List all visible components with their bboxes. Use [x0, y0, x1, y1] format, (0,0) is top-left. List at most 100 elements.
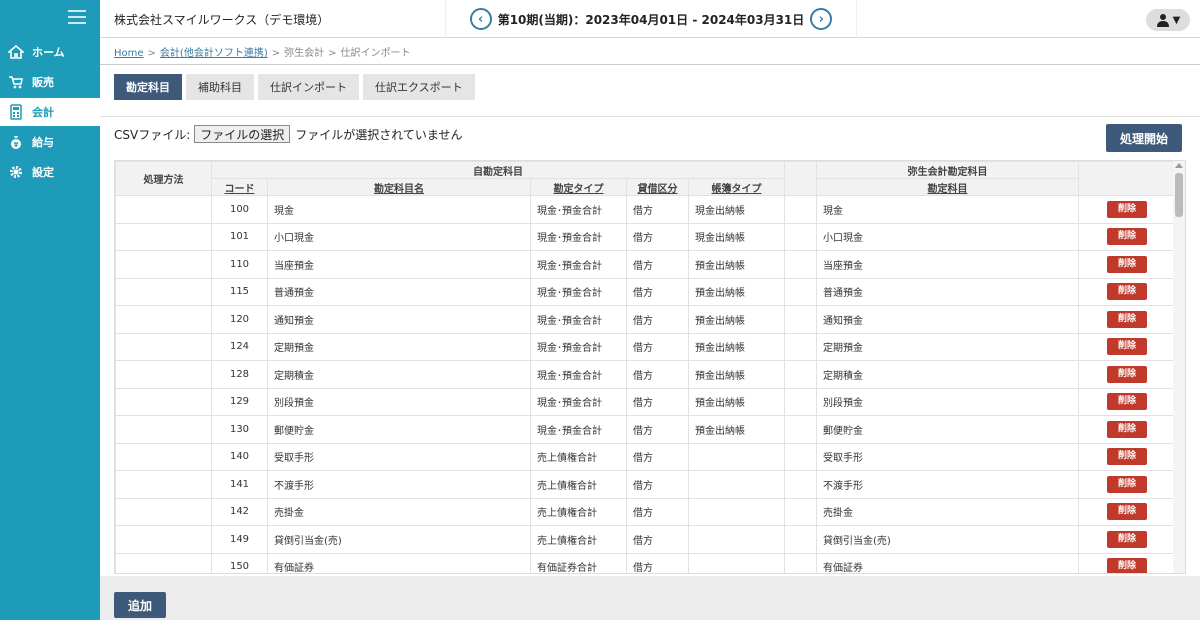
code-cell: 100	[211, 195, 268, 224]
breadcrumb-current: 仕訳インポート	[340, 48, 411, 59]
table-scrollbar[interactable]	[1173, 161, 1185, 573]
sidebar-item-accounting[interactable]: 会計	[0, 98, 100, 126]
action-cell: 削除	[1078, 250, 1177, 279]
method-cell	[115, 442, 212, 471]
code-cell: 130	[211, 415, 268, 444]
header-book-type[interactable]: 帳簿タイプ	[687, 178, 786, 196]
action-cell: 削除	[1078, 222, 1177, 251]
process-start-button[interactable]: 処理開始	[1106, 124, 1182, 152]
book-type-cell	[687, 497, 786, 526]
division-cell: 借方	[626, 415, 689, 444]
header-yayoi-account[interactable]: 勘定科目	[816, 178, 1080, 196]
sidebar-item-sales[interactable]: 販売	[0, 68, 100, 96]
delete-button[interactable]: 削除	[1107, 228, 1148, 246]
home-icon	[8, 44, 24, 60]
hamburger-menu-icon[interactable]	[68, 10, 86, 24]
scroll-up-icon[interactable]	[1175, 163, 1183, 168]
method-cell	[115, 305, 212, 334]
delete-button[interactable]: 削除	[1107, 558, 1148, 573]
type-cell: 売上債権合計	[530, 470, 627, 499]
name-cell: 貸倒引当金(売)	[267, 525, 531, 554]
breadcrumb-divider	[100, 64, 1200, 65]
yayoi-account-cell: 当座預金	[816, 250, 1080, 279]
action-cell: 削除	[1078, 332, 1177, 361]
scrollbar-thumb[interactable]	[1175, 173, 1183, 217]
delete-button[interactable]: 削除	[1107, 365, 1148, 383]
tab-sub-accounts[interactable]: 補助科目	[186, 74, 254, 100]
delete-button[interactable]: 削除	[1107, 475, 1148, 493]
prev-period-button[interactable]: ‹	[469, 8, 492, 30]
name-cell: 通知預金	[267, 305, 531, 334]
table-row: 115 普通預金 現金･預金合計 借方 預金出納帳 普通預金 削除	[115, 277, 1177, 306]
method-cell	[115, 497, 212, 526]
sidebar-item-payroll[interactable]: ¥ 給与	[0, 128, 100, 156]
table-row: 129 別段預金 現金･預金合計 借方 預金出納帳 別段預金 削除	[115, 387, 1177, 416]
division-cell: 借方	[626, 360, 689, 389]
header-code[interactable]: コード	[211, 178, 268, 196]
delete-button[interactable]: 削除	[1107, 310, 1148, 328]
code-cell: 120	[211, 305, 268, 334]
name-cell: 売掛金	[267, 497, 531, 526]
type-cell: 現金･預金合計	[530, 195, 627, 224]
spacer-cell	[784, 222, 818, 251]
file-select-button[interactable]: ファイルの選択	[194, 125, 291, 143]
csv-label: CSVファイル:	[114, 127, 191, 142]
code-cell: 142	[211, 497, 268, 526]
sidebar-item-home[interactable]: ホーム	[0, 38, 100, 66]
delete-button[interactable]: 削除	[1107, 283, 1148, 301]
header-own-account: 自勘定科目	[210, 161, 786, 179]
action-cell: 削除	[1078, 387, 1177, 416]
sidebar-item-settings[interactable]: 設定	[0, 158, 100, 186]
type-cell: 売上債権合計	[530, 497, 627, 526]
action-cell: 削除	[1078, 415, 1177, 444]
division-cell: 借方	[626, 525, 689, 554]
delete-button[interactable]: 削除	[1107, 393, 1148, 411]
header-type[interactable]: 勘定タイプ	[530, 178, 627, 196]
book-type-cell: 預金出納帳	[687, 332, 786, 361]
sidebar: ホーム 販売 会計 ¥ 給与 設定	[0, 0, 100, 620]
delete-button[interactable]: 削除	[1107, 448, 1148, 466]
delete-button[interactable]: 削除	[1107, 338, 1148, 356]
table-row: 150 有価証券 有価証券合計 借方 有価証券 削除	[115, 552, 1177, 573]
delete-button[interactable]: 削除	[1107, 530, 1148, 548]
type-cell: 現金･預金合計	[530, 332, 627, 361]
header-name[interactable]: 勘定科目名	[267, 178, 531, 196]
delete-button[interactable]: 削除	[1107, 255, 1148, 273]
header-division[interactable]: 貸借区分	[626, 178, 689, 196]
breadcrumb-accounting-link[interactable]: 会計(他会計ソフト連携)	[160, 48, 268, 59]
book-type-cell: 預金出納帳	[687, 277, 786, 306]
sidebar-item-label: ホーム	[32, 46, 65, 59]
name-cell: 有価証券	[267, 552, 531, 573]
type-cell: 現金･預金合計	[530, 415, 627, 444]
spacer-cell	[784, 250, 818, 279]
breadcrumb-home-link[interactable]: Home	[114, 48, 144, 59]
name-cell: 現金	[267, 195, 531, 224]
method-cell	[115, 277, 212, 306]
division-cell: 借方	[626, 442, 689, 471]
code-cell: 124	[211, 332, 268, 361]
spacer-cell	[784, 332, 818, 361]
add-button[interactable]: 追加	[114, 592, 166, 618]
table-row: 149 貸倒引当金(売) 売上債権合計 借方 貸倒引当金(売) 削除	[115, 525, 1177, 554]
tab-journal-import[interactable]: 仕訳インポート	[258, 74, 359, 100]
table-row: 110 当座預金 現金･預金合計 借方 預金出納帳 当座預金 削除	[115, 250, 1177, 279]
division-cell: 借方	[626, 552, 689, 573]
user-menu-button[interactable]: ▼	[1146, 9, 1190, 31]
sidebar-item-label: 給与	[32, 136, 54, 149]
method-cell	[115, 387, 212, 416]
delete-button[interactable]: 削除	[1107, 503, 1148, 521]
division-cell: 借方	[626, 387, 689, 416]
tabs-divider	[100, 116, 1200, 117]
delete-button[interactable]: 削除	[1107, 420, 1148, 438]
tab-account-items[interactable]: 勘定科目	[114, 74, 182, 100]
yayoi-account-cell: 受取手形	[816, 442, 1080, 471]
tab-journal-export[interactable]: 仕訳エクスポート	[363, 74, 475, 100]
book-type-cell	[687, 552, 786, 573]
spacer-cell	[784, 277, 818, 306]
account-mapping-table: 処理方法 自勘定科目 弥生会計勘定科目 コード 勘定科目名 勘定タイプ 貸借区分…	[114, 160, 1186, 574]
delete-button[interactable]: 削除	[1107, 200, 1148, 218]
table-row: 140 受取手形 売上債権合計 借方 受取手形 削除	[115, 442, 1177, 471]
spacer-cell	[784, 360, 818, 389]
breadcrumb: Home > 会計(他会計ソフト連携) > 弥生会計 > 仕訳インポート	[114, 44, 411, 59]
next-period-button[interactable]: ›	[810, 8, 833, 30]
